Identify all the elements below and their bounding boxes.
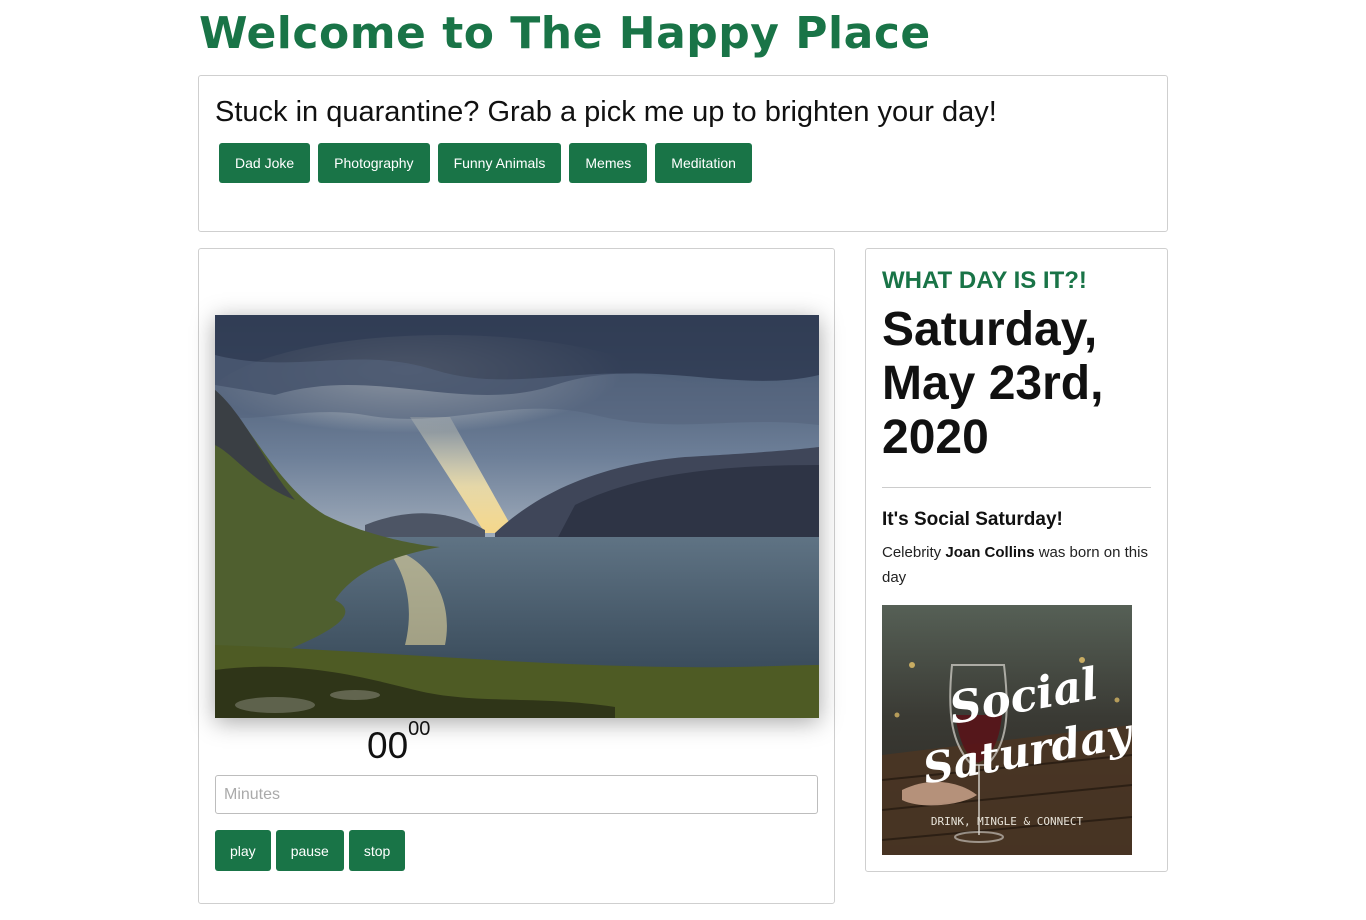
meditation-player-card: 0000 play pause stop — [198, 248, 835, 904]
photography-button[interactable]: Photography — [318, 143, 430, 183]
play-button[interactable]: play — [215, 830, 271, 871]
landscape-photo — [215, 315, 819, 718]
page-title: Welcome to The Happy Place — [199, 8, 931, 59]
day-theme-title: It's Social Saturday! — [882, 509, 1063, 530]
stop-button[interactable]: stop — [348, 830, 406, 871]
celebrity-name: Joan Collins — [945, 544, 1035, 561]
social-saturday-image: Social Saturday DRINK, MINGLE & CONNECT — [882, 605, 1132, 855]
timer-display: 0000 — [367, 718, 430, 767]
divider — [882, 487, 1151, 488]
funny-animals-button[interactable]: Funny Animals — [437, 143, 562, 183]
meditation-button[interactable]: Meditation — [655, 143, 752, 183]
memes-button[interactable]: Memes — [569, 143, 648, 183]
pause-button[interactable]: pause — [275, 830, 344, 871]
timer-seconds: 00 — [408, 717, 431, 740]
dad-joke-button[interactable]: Dad Joke — [219, 143, 311, 183]
pickme-button-row: Dad Joke Photography Funny Animals Memes… — [219, 143, 752, 183]
social-tagline: DRINK, MINGLE & CONNECT — [931, 815, 1084, 828]
current-date: Saturday, May 23rd, 2020 — [882, 303, 1104, 464]
pickme-heading: Stuck in quarantine? Grab a pick me up t… — [215, 96, 997, 128]
minutes-input[interactable] — [215, 775, 818, 814]
what-day-card: WHAT DAY IS IT?! Saturday, May 23rd, 202… — [865, 248, 1168, 872]
player-controls: play pause stop — [215, 830, 406, 871]
what-day-heading: WHAT DAY IS IT?! — [882, 267, 1087, 294]
pickme-card: Stuck in quarantine? Grab a pick me up t… — [198, 75, 1168, 232]
celebrity-fact: Celebrity Joan Collins was born on this … — [882, 544, 1148, 586]
timer-minutes: 00 — [367, 725, 409, 766]
